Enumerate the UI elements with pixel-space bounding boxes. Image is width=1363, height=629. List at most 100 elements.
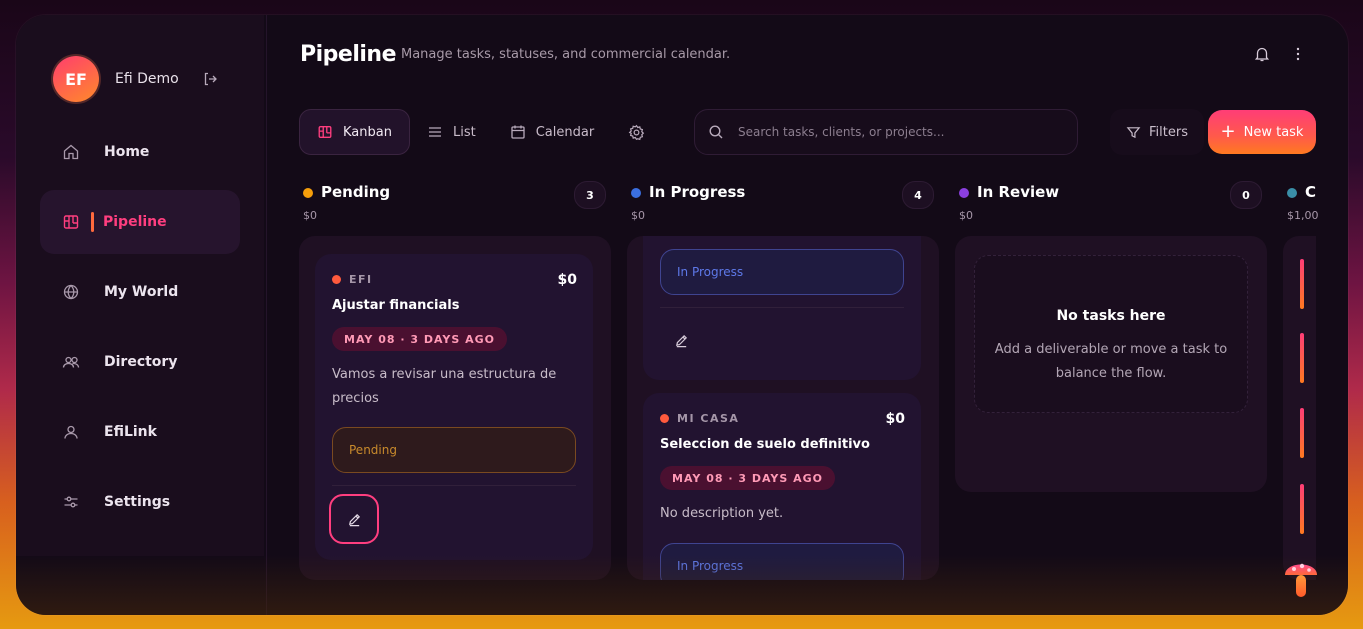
card-description: Vamos a revisar una estructura de precio… (332, 367, 557, 406)
sidebar-divider (266, 15, 267, 615)
logout-icon[interactable] (202, 71, 218, 87)
filters-button[interactable]: Filters (1110, 109, 1204, 155)
pencil-icon (675, 334, 687, 347)
column-partial (1283, 236, 1316, 580)
status-select[interactable]: In Progress (660, 543, 904, 580)
column-sum: $1,00 (1287, 209, 1319, 222)
card-description: No description yet. (660, 506, 784, 521)
sidebar-item-my-world[interactable]: My World (40, 260, 240, 324)
profile-name: Efi Demo (115, 71, 179, 87)
plus-icon: + (1220, 121, 1236, 142)
empty-state-description: Add a deliverable or move a task to bala… (994, 342, 1228, 381)
empty-state: No tasks here Add a deliverable or move … (974, 255, 1248, 413)
view-toolbar: Kanban List Calendar (299, 108, 672, 156)
view-kanban-button[interactable]: Kanban (299, 109, 410, 155)
card-amount: $0 (557, 272, 577, 288)
page-title: Pipeline (300, 42, 397, 67)
sidebar-item-home[interactable]: Home (40, 120, 240, 184)
task-card[interactable]: In Progress (643, 236, 921, 380)
card-client: EFI (332, 273, 373, 286)
users-icon (62, 353, 80, 371)
client-dot (332, 274, 341, 284)
column-sum: $0 (631, 209, 645, 222)
card-title: Ajustar financials (332, 298, 460, 313)
status-dot (1287, 188, 1297, 198)
sliders-icon (62, 493, 80, 511)
sidebar-item-label: Pipeline (103, 214, 167, 230)
sidebar-item-efilink[interactable]: EfiLink (40, 400, 240, 464)
card-accent (1300, 484, 1304, 534)
card-client: MI CASA (660, 412, 739, 425)
card-divider (332, 485, 576, 486)
column-pending: EFI $0 Ajustar financials MAY 08 · 3 DAY… (299, 236, 611, 580)
list-icon (428, 127, 441, 137)
search-icon (709, 125, 723, 139)
gear-icon (628, 124, 645, 140)
column-count-badge: 3 (574, 181, 606, 209)
sidebar-nav: Home Pipeline My World Directory EfiLink… (40, 120, 240, 540)
sidebar-item-label: My World (104, 284, 179, 300)
view-calendar-label: Calendar (535, 124, 595, 140)
status-dot (959, 188, 969, 198)
more-vertical-icon[interactable] (1289, 45, 1307, 63)
column-title: Pending (321, 183, 391, 201)
column-header-partial: C $1,00 (1287, 183, 1332, 223)
new-task-label: New task (1243, 124, 1304, 140)
pencil-icon (348, 513, 360, 526)
edit-button[interactable] (657, 316, 705, 364)
card-divider (660, 307, 904, 308)
view-kanban-label: Kanban (343, 124, 392, 140)
status-select[interactable]: Pending (332, 427, 576, 473)
sidebar-item-label: Settings (104, 494, 171, 510)
view-list-label: List (452, 124, 476, 140)
status-dot (631, 188, 641, 198)
app-window: EF Efi Demo Home Pipeline My World Direc… (16, 15, 1348, 615)
task-card[interactable]: MI CASA $0 Seleccion de suelo definitivo… (643, 393, 921, 580)
view-list-button[interactable]: List (410, 109, 493, 155)
avatar[interactable]: EF (53, 56, 99, 102)
status-dot (303, 188, 313, 198)
kanban-icon (62, 213, 80, 231)
search-box (694, 109, 1078, 155)
sidebar-item-label: Home (104, 144, 150, 160)
column-count-badge: 4 (902, 181, 934, 209)
card-title: Seleccion de suelo definitivo (660, 437, 870, 452)
task-card[interactable]: EFI $0 Ajustar financials MAY 08 · 3 DAY… (315, 254, 593, 560)
column-title: In Progress (649, 183, 746, 201)
sidebar-item-directory[interactable]: Directory (40, 330, 240, 394)
kanban-icon (318, 126, 332, 138)
card-date-badge: MAY 08 · 3 DAYS AGO (332, 327, 508, 351)
filter-icon (1126, 126, 1141, 138)
search-input[interactable] (736, 124, 1060, 140)
card-accent (1300, 259, 1304, 309)
card-accent (1300, 333, 1304, 383)
globe-icon (62, 283, 80, 301)
sidebar-item-label: Directory (104, 354, 178, 370)
profile: EF Efi Demo (53, 56, 179, 102)
column-title: C (1305, 183, 1317, 201)
new-task-button[interactable]: + New task (1208, 110, 1316, 154)
column-sum: $0 (959, 209, 973, 222)
sidebar-item-pipeline[interactable]: Pipeline (40, 190, 240, 254)
column-sum: $0 (303, 209, 317, 222)
edit-button[interactable] (329, 494, 379, 544)
column-count-badge: 0 (1230, 181, 1262, 209)
status-select[interactable]: In Progress (660, 249, 904, 295)
column-in-review: No tasks here Add a deliverable or move … (955, 236, 1267, 492)
user-icon (62, 423, 80, 441)
column-title: In Review (977, 183, 1060, 201)
view-calendar-button[interactable]: Calendar (493, 109, 611, 155)
home-icon (62, 143, 80, 161)
empty-state-title: No tasks here (1056, 308, 1166, 324)
bell-icon[interactable] (1253, 45, 1271, 63)
mushroom-mascot-icon[interactable] (1282, 553, 1320, 603)
card-date-badge: MAY 08 · 3 DAYS AGO (660, 466, 836, 490)
calendar-icon (511, 125, 525, 139)
sidebar-item-settings[interactable]: Settings (40, 470, 240, 534)
filters-label: Filters (1149, 124, 1188, 140)
pipeline-settings-button[interactable] (611, 109, 672, 155)
page-subtitle: Manage tasks, statuses, and commercial c… (401, 47, 731, 62)
card-amount: $0 (885, 411, 905, 427)
column-in-progress: In Progress MI CASA $0 Seleccion de suel… (627, 236, 939, 580)
active-indicator (91, 212, 94, 232)
